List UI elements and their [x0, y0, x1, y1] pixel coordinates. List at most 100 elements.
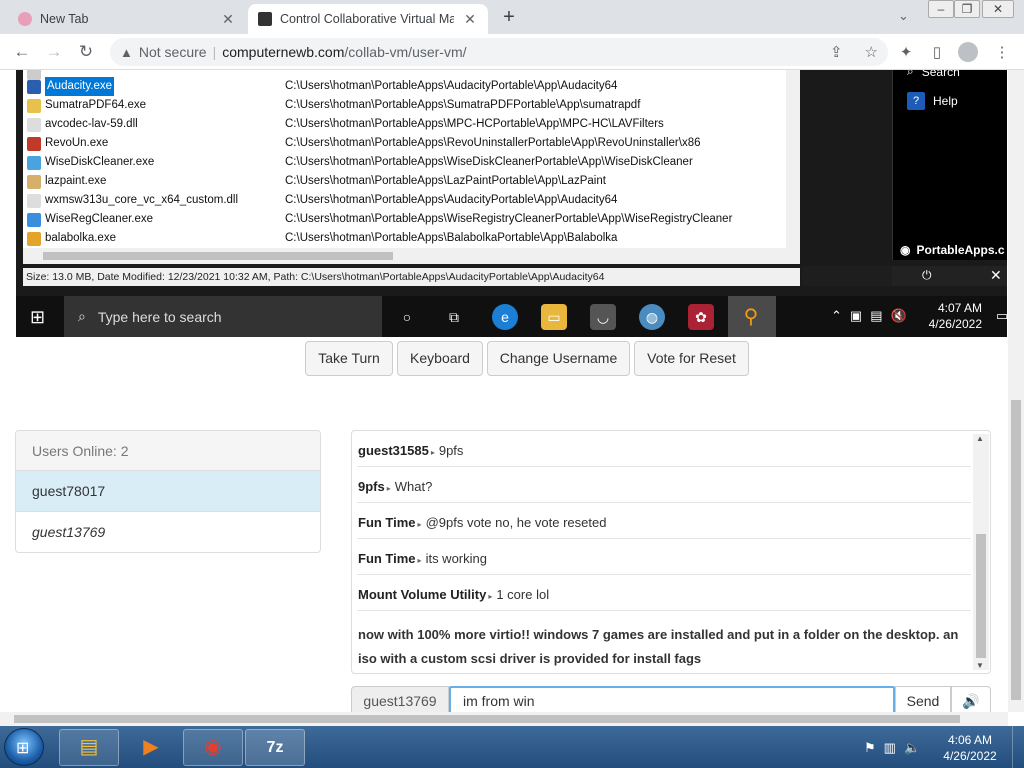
scroll-thumb[interactable]: [43, 252, 393, 260]
scroll-down-arrow-icon[interactable]: ▼: [976, 661, 984, 670]
file-result-row[interactable]: Audacity.exe C:\Users\hotman\PortableApps…: [23, 77, 800, 96]
page-horizontal-scrollbar[interactable]: [0, 712, 1008, 726]
power-icon[interactable]: ⏻: [922, 268, 932, 283]
close-tab-icon[interactable]: ✕: [220, 11, 236, 28]
share-icon[interactable]: ⇪: [830, 43, 843, 61]
file-result-row[interactable]: lazpaint.exe C:\Users\hotman\PortableApps…: [23, 172, 800, 191]
host-windows7-taskbar: ⊞ ▤ ▶ ◉ 7z ⚑ ▥ 🔈 4:06 AM 4/26/2022: [0, 726, 1024, 768]
pa-search-item[interactable]: ⌕ Search: [907, 70, 960, 79]
pa-power-bar: ⏻ ✕: [892, 266, 1007, 286]
chrome-icon[interactable]: ◉: [183, 729, 243, 766]
vote-reset-button[interactable]: Vote for Reset: [634, 341, 749, 376]
extensions-puzzle-icon[interactable]: ✦: [896, 43, 916, 61]
chat-username[interactable]: guest31585: [358, 443, 429, 458]
7zip-icon[interactable]: 7z: [245, 729, 305, 766]
chat-text: What?: [394, 479, 433, 494]
tray-device-icon[interactable]: ▣: [850, 308, 862, 324]
file-path: C:\Users\hotman\PortableApps\RevoUninsta…: [285, 137, 701, 149]
headphones-icon: [27, 80, 41, 94]
windows7-start-button[interactable]: ⊞: [4, 728, 44, 766]
taskbar-search-box[interactable]: ⌕ Type here to search: [64, 296, 382, 337]
chat-arrow-icon: ▸: [386, 484, 391, 493]
pa-close-icon[interactable]: ✕: [990, 267, 1002, 284]
file-result-row[interactable]: RevoUn.exe C:\Users\hotman\PortableApps\R…: [23, 134, 800, 153]
page-hscroll-thumb[interactable]: [14, 715, 960, 723]
bookmark-star-icon[interactable]: ☆: [865, 43, 878, 61]
portableapps-taskbar-icon[interactable]: ◡: [590, 304, 616, 330]
tab-new-tab[interactable]: New Tab ✕: [8, 4, 246, 34]
forward-arrow-icon[interactable]: →: [44, 42, 64, 62]
users-online-header: Users Online: 2: [16, 431, 320, 471]
reload-icon[interactable]: ↻: [76, 42, 96, 62]
tray-chevron-up-icon[interactable]: ⌃: [831, 308, 842, 324]
chat-username[interactable]: Mount Volume Utility: [358, 587, 486, 602]
action-center-flag-icon[interactable]: ⚑: [864, 740, 876, 756]
pa-help-item[interactable]: ? Help: [907, 92, 958, 110]
windows-start-icon[interactable]: ⊞: [30, 307, 45, 328]
file-result-row[interactable]: WiseDiskCleaner.exe C:\Users\hotman\Porta…: [23, 153, 800, 172]
notifications-icon[interactable]: ▭: [996, 308, 1007, 324]
new-tab-plus-icon[interactable]: +: [498, 6, 520, 29]
file-result-row[interactable]: avcodec-lav-59.dll C:\Users\hotman\Portab…: [23, 115, 800, 134]
volume-icon[interactable]: 🔈: [904, 740, 920, 756]
media-player-icon[interactable]: ▶: [121, 729, 181, 766]
revo-taskbar-icon[interactable]: ✿: [688, 304, 714, 330]
address-separator: |: [212, 44, 217, 60]
close-tab-icon[interactable]: ✕: [462, 11, 478, 28]
file-result-row[interactable]: wxmsw313u_core_vc_x64_custom.dll C:\Users…: [23, 191, 800, 210]
take-turn-button[interactable]: Take Turn: [305, 341, 393, 376]
vm-clock[interactable]: 4:07 AM 4/26/2022: [922, 300, 982, 332]
network-icon[interactable]: ▤: [870, 308, 882, 324]
search-everything-icon[interactable]: ⚲: [738, 304, 764, 330]
host-clock[interactable]: 4:06 AM 4/26/2022: [940, 732, 1000, 764]
vm-screen[interactable]: Audacity.exe C:\Users\hotman\PortableApps…: [16, 70, 1007, 337]
chat-scrollbar[interactable]: ▲ ▼: [973, 434, 989, 670]
user-list-item[interactable]: guest78017: [16, 471, 320, 512]
file-result-row[interactable]: balabolka.exe C:\Users\hotman\PortableApp…: [23, 229, 800, 248]
file-result-row[interactable]: WiseRegCleaner.exe C:\Users\hotman\Portab…: [23, 210, 800, 229]
file-explorer-icon[interactable]: ▭: [541, 304, 567, 330]
browser-tab-strip: New Tab ✕ Control Collaborative Virtual …: [0, 0, 1024, 34]
chat-message: Fun Time ▸ @9pfs vote no, he vote reseted: [357, 507, 971, 539]
chat-message: Fun Time ▸ its working: [357, 543, 971, 575]
file-path: C:\Users\hotman\PortableApps\LazPaintPor…: [285, 175, 606, 187]
task-view-icon[interactable]: ⧉: [441, 304, 467, 330]
edge-browser-icon[interactable]: e: [492, 304, 518, 330]
page-scroll-thumb[interactable]: [1011, 400, 1021, 700]
paint-icon: [27, 175, 41, 189]
show-desktop-button[interactable]: [1012, 726, 1024, 768]
change-username-button[interactable]: Change Username: [487, 341, 630, 376]
more-menu-icon[interactable]: ⋮: [992, 43, 1012, 61]
url-host: computernewb.com: [222, 44, 345, 60]
browser-toolbar: ← → ↻ ▲ Not secure | computernewb.com/co…: [0, 34, 1024, 70]
list-horizontal-scrollbar[interactable]: [23, 248, 800, 264]
chat-scroll-thumb[interactable]: [976, 534, 986, 658]
chat-text: 1 core lol: [496, 587, 550, 602]
page-vertical-scrollbar[interactable]: [1008, 70, 1024, 712]
restore-icon[interactable]: ❐: [954, 0, 980, 18]
minimize-icon[interactable]: ‒: [928, 0, 954, 18]
window-close-icon[interactable]: ✕: [982, 0, 1014, 18]
globe-app-icon[interactable]: ◍: [639, 304, 665, 330]
file-result-row[interactable]: SumatraPDF64.exe C:\Users\hotman\Portable…: [23, 96, 800, 115]
profile-avatar[interactable]: [958, 42, 978, 62]
side-panel-icon[interactable]: ▯: [927, 43, 947, 61]
list-vertical-scrollbar[interactable]: [786, 70, 800, 248]
network-icon[interactable]: ▥: [884, 740, 896, 756]
warning-icon: ▲: [120, 44, 133, 60]
keyboard-button[interactable]: Keyboard: [397, 341, 483, 376]
cortana-circle-icon[interactable]: ○: [394, 304, 420, 330]
user-list-item-self[interactable]: guest13769: [16, 512, 320, 552]
volume-muted-icon[interactable]: 🔇: [891, 308, 907, 324]
scroll-up-arrow-icon[interactable]: ▲: [976, 434, 984, 443]
file-name: balabolka.exe: [45, 232, 116, 244]
chat-username[interactable]: Fun Time: [358, 515, 416, 530]
chat-message: Mount Volume Utility ▸ 1 core lol: [357, 579, 971, 611]
chat-username[interactable]: Fun Time: [358, 551, 416, 566]
explorer-folder-icon[interactable]: ▤: [59, 729, 119, 766]
tab-search-chevron-icon[interactable]: ⌄: [898, 8, 909, 24]
address-bar[interactable]: ▲ Not secure | computernewb.com/collab-v…: [110, 38, 888, 66]
tab-collabvm[interactable]: Control Collaborative Virtual Ma ✕: [248, 4, 488, 34]
chat-username[interactable]: 9pfs: [358, 479, 385, 494]
back-arrow-icon[interactable]: ←: [12, 42, 32, 62]
